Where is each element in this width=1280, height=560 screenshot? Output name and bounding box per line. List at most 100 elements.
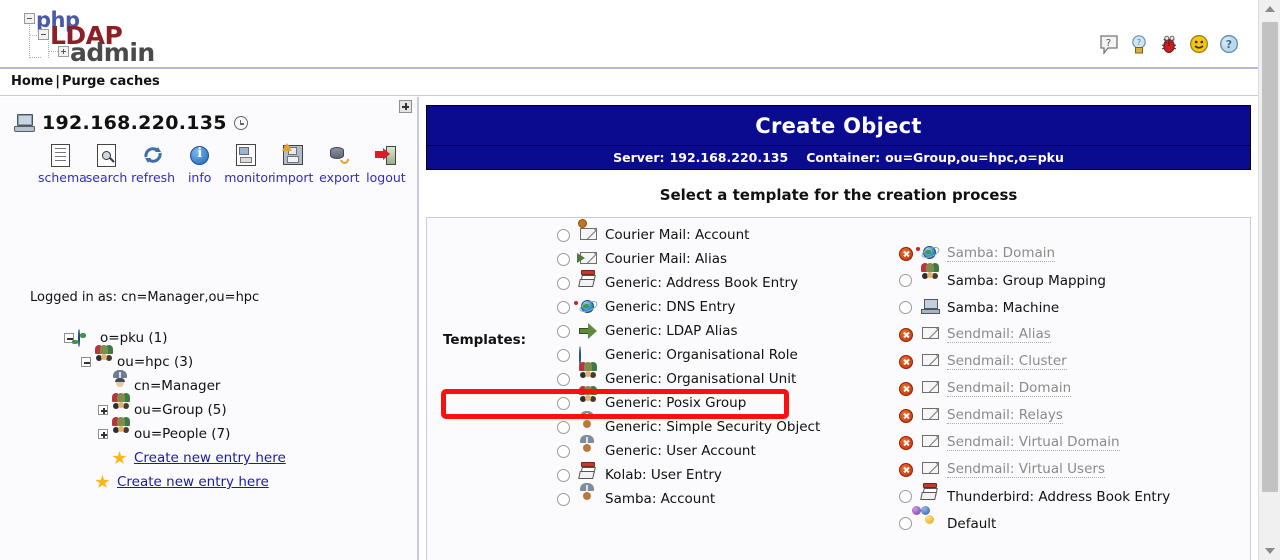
toolbar-item-search[interactable]: search bbox=[85, 141, 129, 185]
template-option[interactable]: Generic: DNS Entry bbox=[557, 295, 820, 319]
toolbar-item-info[interactable]: info bbox=[178, 141, 222, 185]
template-radio[interactable] bbox=[899, 490, 912, 503]
template-label[interactable]: Samba: Group Mapping bbox=[947, 273, 1106, 289]
tree-node[interactable]: Create new entry here bbox=[64, 470, 286, 494]
breadcrumb-purge-caches-link[interactable]: Purge caches bbox=[62, 74, 160, 89]
template-option[interactable]: Generic: Simple Security Object bbox=[557, 415, 820, 439]
template-radio[interactable] bbox=[557, 373, 570, 386]
toolbar-item-monitor[interactable]: monitor bbox=[224, 141, 268, 185]
template-radio[interactable] bbox=[899, 301, 912, 314]
dns-globe-icon bbox=[579, 299, 598, 316]
template-label[interactable]: Generic: Address Book Entry bbox=[605, 275, 798, 291]
template-label[interactable]: Samba: Account bbox=[605, 491, 715, 507]
template-label: Sendmail: Virtual Users bbox=[947, 461, 1105, 478]
page-scrollbar[interactable] bbox=[1258, 0, 1280, 560]
toolbar-item-schema[interactable]: schema bbox=[38, 141, 82, 185]
template-option[interactable]: Samba: Group Mapping bbox=[899, 267, 1170, 294]
template-radio[interactable] bbox=[557, 325, 570, 338]
group-icon bbox=[95, 354, 112, 370]
template-label[interactable]: Generic: DNS Entry bbox=[605, 299, 735, 315]
template-label[interactable]: Generic: Organisational Role bbox=[605, 347, 798, 363]
tree-node[interactable]: ou=People (7) bbox=[64, 422, 286, 446]
template-radio[interactable] bbox=[557, 301, 570, 314]
template-label[interactable]: Kolab: User Entry bbox=[605, 467, 722, 483]
template-label[interactable]: Generic: Organisational Unit bbox=[605, 371, 796, 387]
template-radio[interactable] bbox=[557, 469, 570, 482]
template-option[interactable]: Generic: User Account bbox=[557, 439, 820, 463]
template-option[interactable]: Courier Mail: Account bbox=[557, 223, 820, 247]
template-radio[interactable] bbox=[557, 493, 570, 506]
clock-icon bbox=[234, 116, 248, 130]
tree-node-label[interactable]: ou=People (7) bbox=[134, 426, 230, 442]
template-radio[interactable] bbox=[557, 421, 570, 434]
templates-label: Templates: bbox=[443, 332, 526, 348]
tree-node[interactable]: ou=hpc (3) bbox=[64, 350, 286, 374]
help-bubble-icon[interactable]: ? bbox=[1098, 33, 1120, 55]
tree-node-label[interactable]: Create new entry here bbox=[134, 450, 286, 466]
scrollbar-thumb[interactable] bbox=[1262, 22, 1278, 492]
template-option: Sendmail: Domain bbox=[899, 375, 1170, 402]
tree-expand-icon[interactable] bbox=[98, 405, 108, 415]
toolbar-item-export[interactable]: export bbox=[317, 141, 361, 185]
template-label[interactable]: Generic: LDAP Alias bbox=[605, 323, 738, 339]
template-label[interactable]: Samba: Machine bbox=[947, 300, 1059, 316]
bug-icon[interactable] bbox=[1158, 33, 1180, 55]
group-icon bbox=[579, 371, 598, 388]
template-radio[interactable] bbox=[899, 274, 912, 287]
template-option[interactable]: Generic: LDAP Alias bbox=[557, 319, 820, 343]
server-container-bar: Server: 192.168.220.135 Container: ou=Gr… bbox=[427, 146, 1250, 169]
template-radio[interactable] bbox=[899, 517, 912, 530]
question-globe-icon[interactable]: ? bbox=[1218, 33, 1240, 55]
smiley-icon[interactable] bbox=[1188, 33, 1210, 55]
tree-expand-icon[interactable] bbox=[98, 429, 108, 439]
tree-node-label[interactable]: Create new entry here bbox=[117, 474, 269, 490]
toolbar-item-import[interactable]: import bbox=[271, 141, 315, 185]
template-radio[interactable] bbox=[557, 397, 570, 410]
logo-admin: admin bbox=[70, 38, 155, 67]
tree-node-label[interactable]: o=pku (1) bbox=[100, 330, 168, 346]
template-radio[interactable] bbox=[557, 253, 570, 266]
template-radio[interactable] bbox=[557, 349, 570, 362]
template-label[interactable]: Thunderbird: Address Book Entry bbox=[947, 489, 1170, 505]
address-book-icon bbox=[579, 275, 598, 292]
breadcrumb-separator: | bbox=[53, 74, 62, 89]
template-radio[interactable] bbox=[557, 445, 570, 458]
template-option[interactable]: Kolab: User Entry bbox=[557, 463, 820, 487]
envelope-icon bbox=[921, 434, 940, 451]
template-label[interactable]: Courier Mail: Account bbox=[605, 227, 749, 243]
template-option[interactable]: Thunderbird: Address Book Entry bbox=[899, 483, 1170, 510]
template-label[interactable]: Generic: Posix Group bbox=[605, 395, 746, 411]
lightbulb-icon[interactable]: ? bbox=[1128, 33, 1150, 55]
tree-collapse-icon[interactable] bbox=[81, 357, 91, 367]
toolbar-label-import: import bbox=[271, 170, 315, 185]
scroll-up-arrow-icon[interactable] bbox=[1259, 0, 1280, 18]
tree-node-label[interactable]: ou=Group (5) bbox=[134, 402, 227, 418]
template-option[interactable]: Generic: Address Book Entry bbox=[557, 271, 820, 295]
template-option[interactable]: Courier Mail: Alias bbox=[557, 247, 820, 271]
template-label[interactable]: Courier Mail: Alias bbox=[605, 251, 727, 267]
sidebar-expand-button[interactable] bbox=[399, 100, 412, 113]
template-option[interactable]: Samba: Machine bbox=[899, 294, 1170, 321]
blue-globe-icon bbox=[579, 347, 598, 364]
server-label: Server: bbox=[613, 150, 664, 165]
template-label[interactable]: Generic: User Account bbox=[605, 443, 756, 459]
template-option[interactable]: Generic: Posix Group bbox=[557, 391, 820, 415]
toolbar-item-logout[interactable]: logout bbox=[364, 141, 408, 185]
tree-node-label[interactable]: cn=Manager bbox=[134, 378, 220, 394]
toolbar-item-refresh[interactable]: refresh bbox=[131, 141, 175, 185]
template-radio[interactable] bbox=[557, 229, 570, 242]
scroll-down-arrow-icon[interactable] bbox=[1259, 542, 1280, 560]
main-content: Create Object Server: 192.168.220.135 Co… bbox=[419, 97, 1258, 560]
template-option[interactable]: Default bbox=[899, 510, 1170, 537]
server-toolbar: schema search bbox=[38, 141, 408, 185]
template-label[interactable]: Generic: Simple Security Object bbox=[605, 419, 820, 435]
tree-node[interactable]: cn=Manager bbox=[64, 374, 286, 398]
tree-node-label[interactable]: ou=hpc (3) bbox=[117, 354, 193, 370]
template-radio[interactable] bbox=[557, 277, 570, 290]
breadcrumb-home-link[interactable]: Home bbox=[11, 74, 53, 89]
create-object-panel: Create Object Server: 192.168.220.135 Co… bbox=[426, 105, 1251, 170]
tree-node[interactable]: ou=Group (5) bbox=[64, 398, 286, 422]
template-option[interactable]: Samba: Account bbox=[557, 487, 820, 511]
template-label[interactable]: Default bbox=[947, 516, 996, 532]
tree-node[interactable]: Create new entry here bbox=[64, 446, 286, 470]
